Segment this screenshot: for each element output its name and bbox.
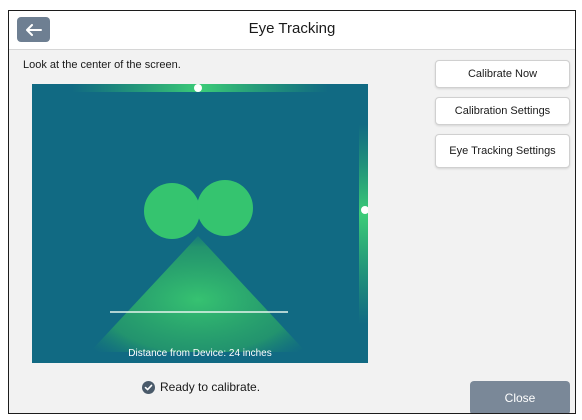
status-text: Ready to calibrate.: [160, 380, 261, 394]
calibration-settings-button[interactable]: Calibration Settings: [435, 97, 570, 125]
calibrate-now-button[interactable]: Calibrate Now: [435, 60, 570, 88]
status-message: Ready to calibrate.: [142, 380, 260, 394]
eye-tracking-window: Eye Tracking Look at the center of the s…: [8, 10, 576, 414]
eye-tracking-settings-button[interactable]: Eye Tracking Settings: [435, 134, 570, 168]
side-position-track: [359, 124, 368, 324]
top-position-marker: [194, 84, 202, 92]
close-button[interactable]: Close: [470, 381, 570, 413]
instruction-text: Look at the center of the screen.: [23, 59, 181, 71]
eye-tracking-graphic: [72, 84, 368, 352]
left-eye: [144, 183, 200, 239]
page-title: Eye Tracking: [248, 20, 336, 37]
distance-label: Distance from Device: 24 inches: [128, 348, 272, 359]
eye-tracking-viewport: Distance from Device: 24 inches: [32, 84, 368, 363]
header-bar: Eye Tracking: [9, 11, 575, 50]
right-eye: [197, 180, 253, 236]
tracking-cone: [90, 236, 306, 352]
check-circle-icon: [142, 380, 155, 394]
